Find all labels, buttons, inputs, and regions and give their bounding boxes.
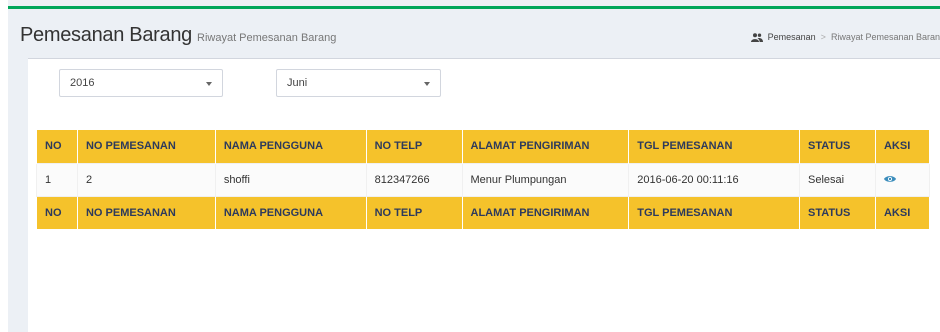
left-edge xyxy=(0,0,8,332)
cell-alamat-pengiriman: Menur Plumpungan xyxy=(461,162,630,197)
cell-no-pemesanan: 2 xyxy=(76,162,216,197)
cell-no-telp: 812347266 xyxy=(365,162,463,197)
cell-status: Selesai xyxy=(799,162,876,197)
column-footer-no-telp: NO TELP xyxy=(365,196,463,229)
column-header-no-telp: NO TELP xyxy=(365,130,463,163)
column-header-no: NO xyxy=(36,130,78,163)
table-footer-row: NO NO PEMESANAN NAMA PENGGUNA NO TELP AL… xyxy=(36,196,931,229)
column-footer-nama-pengguna: NAMA PENGGUNA xyxy=(214,196,367,229)
column-footer-status: STATUS xyxy=(799,196,876,229)
column-header-tgl-pemesanan: TGL PEMESANAN xyxy=(628,130,801,163)
breadcrumb: Pemesanan > Riwayat Pemesanan Baran xyxy=(750,32,940,42)
cell-nama-pengguna: shoffi xyxy=(214,162,367,197)
page-subtitle: Riwayat Pemesanan Barang xyxy=(197,32,337,44)
page-title: Pemesanan Barang xyxy=(20,24,192,46)
month-select[interactable]: Juni xyxy=(276,69,441,97)
caret-down-icon xyxy=(424,82,430,86)
column-header-no-pemesanan: NO PEMESANAN xyxy=(76,130,216,163)
column-footer-aksi: AKSI xyxy=(874,196,931,229)
column-footer-alamat-pengiriman: ALAMAT PENGIRIMAN xyxy=(461,196,630,229)
users-icon xyxy=(750,32,763,42)
cell-tgl-pemesanan: 2016-06-20 00:11:16 xyxy=(628,162,801,197)
table-header-row: NO NO PEMESANAN NAMA PENGGUNA NO TELP AL… xyxy=(36,130,931,163)
cell-no: 1 xyxy=(36,162,78,197)
year-select[interactable]: 2016 xyxy=(59,69,223,97)
month-select-value: Juni xyxy=(287,77,308,89)
column-header-nama-pengguna: NAMA PENGGUNA xyxy=(214,130,367,163)
top-accent-bar xyxy=(8,6,940,9)
column-header-status: STATUS xyxy=(799,130,876,163)
orders-table: NO NO PEMESANAN NAMA PENGGUNA NO TELP AL… xyxy=(36,130,931,229)
column-footer-tgl-pemesanan: TGL PEMESANAN xyxy=(628,196,801,229)
breadcrumb-link-pemesanan[interactable]: Pemesanan xyxy=(768,32,816,42)
caret-down-icon xyxy=(206,82,212,86)
eye-icon[interactable] xyxy=(883,174,896,186)
table-row: 1 2 shoffi 812347266 Menur Plumpungan 20… xyxy=(36,162,931,197)
year-select-value: 2016 xyxy=(70,77,95,89)
column-header-alamat-pengiriman: ALAMAT PENGIRIMAN xyxy=(461,130,630,163)
breadcrumb-separator: > xyxy=(820,32,826,42)
content-header: Pemesanan Barang Riwayat Pemesanan Baran… xyxy=(20,24,336,47)
column-header-aksi: AKSI xyxy=(874,130,931,163)
breadcrumb-current: Riwayat Pemesanan Baran xyxy=(830,32,940,42)
column-footer-no: NO xyxy=(36,196,78,229)
cell-aksi xyxy=(874,162,931,197)
column-footer-no-pemesanan: NO PEMESANAN xyxy=(76,196,216,229)
